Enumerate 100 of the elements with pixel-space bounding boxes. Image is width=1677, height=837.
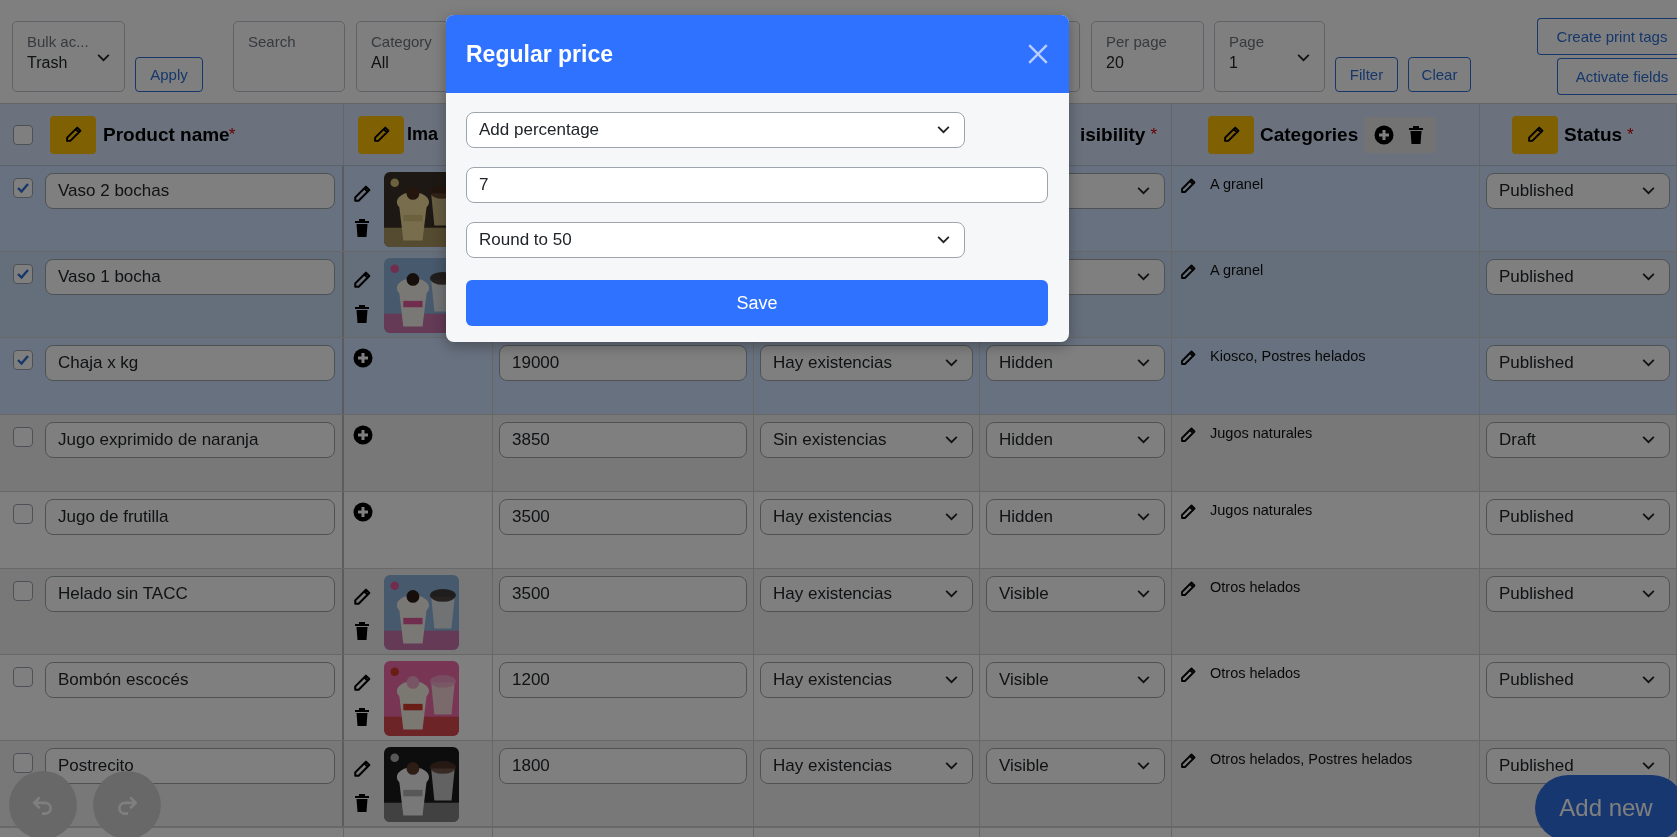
add-image-icon[interactable] [353, 348, 373, 368]
visibility-select[interactable]: Hidden [986, 345, 1165, 381]
stock-select[interactable]: Hay existencias [760, 345, 973, 381]
product-name-field[interactable]: Chaja x kg [45, 345, 335, 381]
status-select[interactable]: Published [1486, 576, 1670, 612]
chevron-icon [1137, 762, 1150, 770]
chevron-icon [945, 513, 958, 521]
chevron-icon [1137, 187, 1150, 195]
save-button[interactable]: Save [466, 280, 1048, 326]
stock-select[interactable]: Hay existencias [760, 499, 973, 535]
category-text: Otros helados [1210, 579, 1301, 595]
row-checkbox[interactable] [13, 581, 33, 601]
rounding-select[interactable]: Round to 50 [466, 222, 965, 258]
price-field[interactable]: 3500 [499, 499, 747, 535]
visibility-select[interactable]: Visible [986, 576, 1165, 612]
product-name-field[interactable]: Postrecito [45, 748, 335, 784]
edit-column-button[interactable] [1208, 115, 1254, 154]
stock-select[interactable]: Hay existencias [760, 662, 973, 698]
row-checkbox[interactable] [13, 427, 33, 447]
pencil-icon[interactable] [353, 673, 371, 693]
page-select[interactable]: Page 1 [1214, 21, 1325, 92]
stock-select[interactable]: Hay existencias [760, 576, 973, 612]
add-image-icon[interactable] [353, 502, 373, 522]
row-checkbox[interactable] [13, 504, 33, 524]
close-icon[interactable] [1027, 43, 1049, 65]
price-field[interactable]: 3850 [499, 422, 747, 458]
edit-column-button[interactable] [50, 115, 96, 154]
apply-button[interactable]: Apply [135, 57, 203, 92]
product-name-field[interactable]: Vaso 1 bocha [45, 259, 335, 295]
row-checkbox[interactable] [13, 178, 33, 198]
visibility-select[interactable]: Hidden [986, 422, 1165, 458]
visibility-select[interactable]: Visible [986, 662, 1165, 698]
trash-icon[interactable] [353, 304, 371, 324]
product-name-field[interactable]: Jugo exprimido de naranja [45, 422, 335, 458]
operation-select[interactable]: Add percentage [466, 112, 965, 148]
clear-button[interactable]: Clear [1408, 57, 1471, 92]
pencil-icon[interactable] [1180, 264, 1196, 280]
pencil-icon[interactable] [1180, 350, 1196, 366]
pencil-icon[interactable] [1180, 178, 1196, 194]
price-field[interactable]: 19000 [499, 345, 747, 381]
trash-icon[interactable] [353, 707, 371, 727]
trash-icon[interactable] [353, 793, 371, 813]
pencil-icon[interactable] [1180, 667, 1196, 683]
stock-select[interactable]: Sin existencias [760, 422, 973, 458]
row-checkbox[interactable] [13, 667, 33, 687]
pencil-icon [1222, 126, 1240, 143]
pencil-icon[interactable] [353, 587, 371, 607]
edit-column-button[interactable] [1512, 115, 1558, 154]
pencil-icon[interactable] [1180, 504, 1196, 520]
trash-icon[interactable] [353, 218, 371, 238]
pencil-icon[interactable] [1180, 753, 1196, 769]
price-field[interactable]: 1800 [499, 748, 747, 784]
pencil-icon[interactable] [1180, 581, 1196, 597]
pencil-icon[interactable] [1180, 427, 1196, 443]
visibility-select[interactable]: Hidden [986, 499, 1165, 535]
category-text: Jugos naturales [1210, 425, 1313, 441]
chevron-icon [1137, 513, 1150, 521]
chevron-icon [1642, 590, 1655, 598]
row-checkbox[interactable] [13, 350, 33, 370]
activate-fields-button[interactable]: Activate fields [1557, 58, 1677, 95]
category-text: A granel [1210, 262, 1264, 278]
status-select[interactable]: Published [1486, 499, 1670, 535]
required-mark: * [1627, 124, 1634, 145]
row-checkbox[interactable] [13, 264, 33, 284]
select-all-checkbox[interactable] [13, 124, 33, 145]
chevron-icon [937, 236, 950, 244]
status-select[interactable]: Published [1486, 259, 1670, 295]
chevron-icon [1642, 273, 1655, 281]
product-name-field[interactable]: Vaso 2 bochas [45, 173, 335, 209]
chevron-icon [1642, 762, 1655, 770]
stock-select[interactable]: Hay existencias [760, 748, 973, 784]
pencil-icon[interactable] [353, 270, 371, 290]
add-image-icon[interactable] [353, 425, 373, 445]
status-select[interactable]: Published [1486, 345, 1670, 381]
product-name-field[interactable]: Helado sin TACC [45, 576, 335, 612]
chevron-icon [1137, 676, 1150, 684]
plus-circle-icon[interactable] [1374, 124, 1395, 145]
pencil-icon[interactable] [353, 759, 371, 779]
product-name-field[interactable]: Jugo de frutilla [45, 499, 335, 535]
status-select[interactable]: Draft [1486, 422, 1670, 458]
row-checkbox[interactable] [13, 753, 33, 773]
product-name-field[interactable]: Bombón escocés [45, 662, 335, 698]
bulk-action-select[interactable]: Bulk ac... Trash [12, 21, 125, 92]
add-new-button[interactable]: Add new [1535, 775, 1677, 837]
price-field[interactable]: 1200 [499, 662, 747, 698]
search-field[interactable]: Search [233, 21, 345, 92]
category-text: Jugos naturales [1210, 502, 1313, 518]
pencil-icon [1526, 126, 1544, 143]
trash-icon[interactable] [353, 621, 371, 641]
filter-button[interactable]: Filter [1335, 57, 1398, 92]
status-select[interactable]: Published [1486, 173, 1670, 209]
column-header: Product name [103, 123, 230, 146]
visibility-select[interactable]: Visible [986, 748, 1165, 784]
pencil-icon[interactable] [353, 184, 371, 204]
status-select[interactable]: Published [1486, 662, 1670, 698]
price-field[interactable]: 3500 [499, 576, 747, 612]
amount-field[interactable]: 7 [466, 167, 1048, 203]
per-page-field[interactable]: Per page 20 [1091, 21, 1204, 92]
create-print-tags-button[interactable]: Create print tags [1537, 18, 1677, 55]
edit-column-button[interactable] [358, 115, 404, 154]
